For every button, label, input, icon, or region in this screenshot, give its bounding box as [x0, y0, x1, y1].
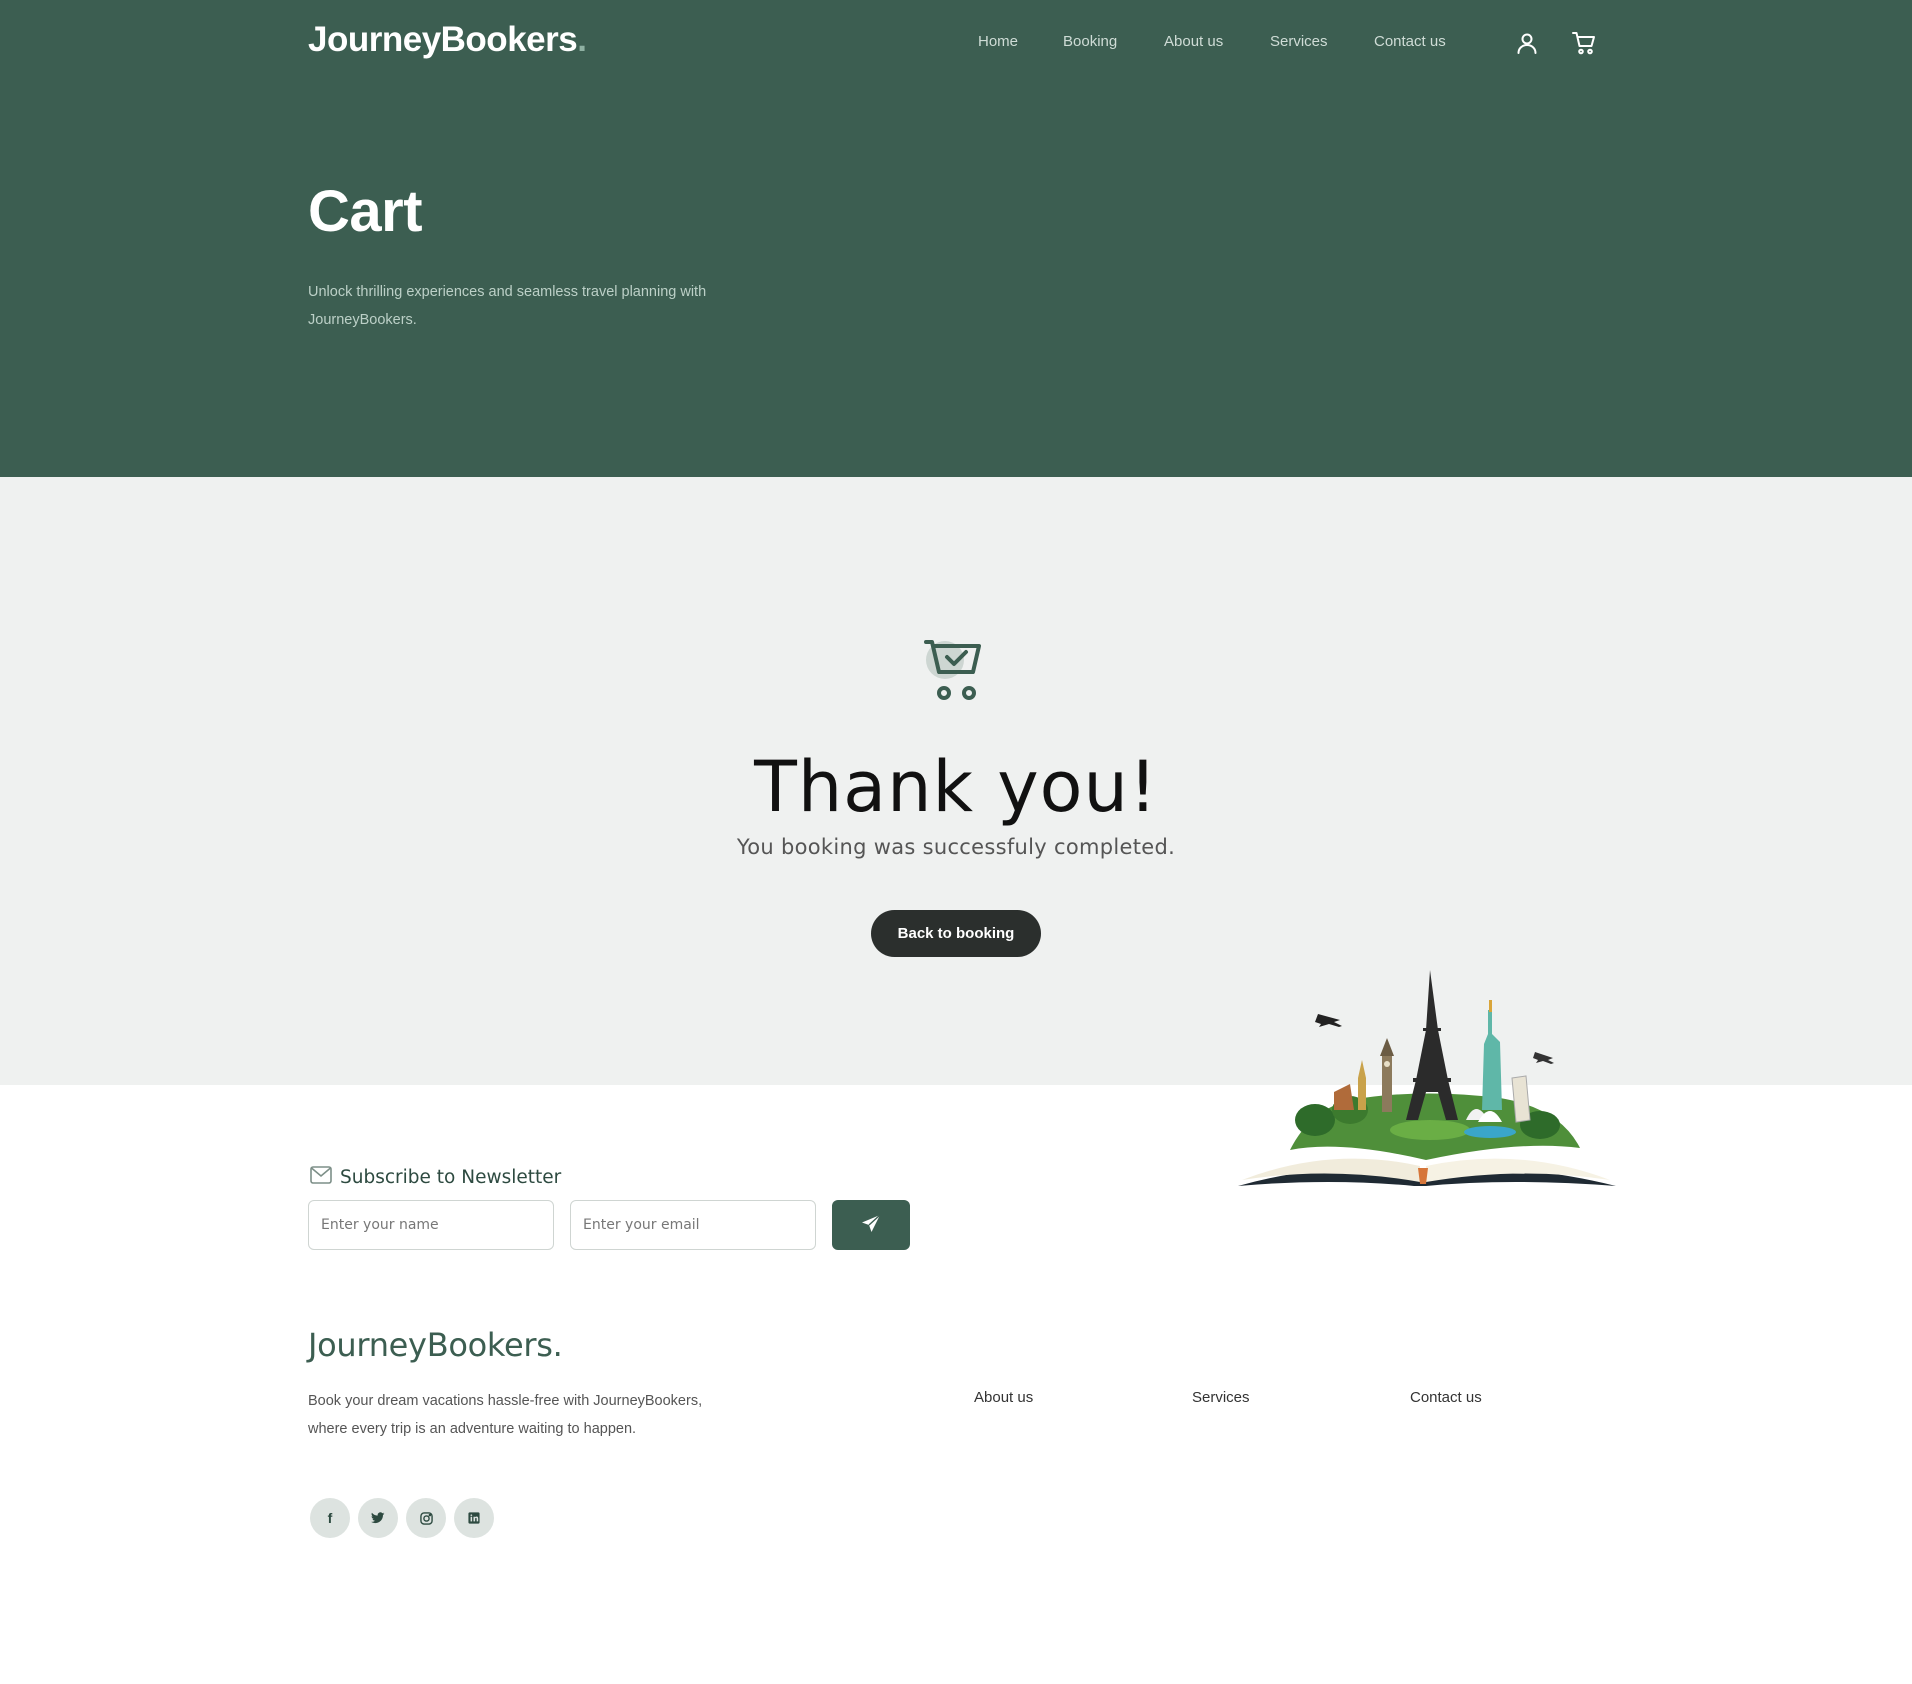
nav-home[interactable]: Home	[978, 33, 1018, 50]
newsletter-submit-button[interactable]	[832, 1200, 910, 1250]
footer-logo[interactable]: JourneyBookers.	[308, 1326, 563, 1364]
cart-check-icon	[920, 636, 986, 702]
footer-link-services[interactable]: Services	[1192, 1389, 1250, 1406]
envelope-icon	[310, 1166, 332, 1189]
main-nav: Home Booking About us Services Contact u…	[0, 33, 1912, 53]
paper-plane-icon	[861, 1213, 881, 1237]
thank-you-heading: Thank you!	[754, 746, 1158, 828]
nav-contact[interactable]: Contact us	[1374, 33, 1446, 50]
travel-book-illustration	[1230, 960, 1620, 1190]
newsletter-title: Subscribe to Newsletter	[310, 1166, 561, 1189]
nav-about[interactable]: About us	[1164, 33, 1223, 50]
newsletter-name-input[interactable]	[308, 1200, 554, 1250]
newsletter-title-text: Subscribe to Newsletter	[340, 1167, 562, 1188]
hero-subtitle: Unlock thrilling experiences and seamles…	[308, 284, 707, 328]
confirmation-message: You booking was successfuly completed.	[736, 835, 1176, 859]
page-title: Cart	[308, 179, 423, 244]
cart-icon[interactable]	[1569, 28, 1599, 58]
user-icon[interactable]	[1512, 28, 1542, 58]
instagram-icon[interactable]	[406, 1498, 446, 1538]
newsletter-email-input[interactable]	[570, 1200, 816, 1250]
linkedin-icon[interactable]	[454, 1498, 494, 1538]
footer-link-about[interactable]: About us	[974, 1389, 1033, 1406]
back-to-booking-button[interactable]: Back to booking	[871, 910, 1041, 957]
footer-description: Book your dream vacations hassle-free wi…	[308, 1393, 703, 1437]
nav-services[interactable]: Services	[1270, 33, 1328, 50]
twitter-icon[interactable]	[358, 1498, 398, 1538]
facebook-icon[interactable]: f	[310, 1498, 350, 1538]
hero-header: JourneyBookers. Home Booking About us Se…	[0, 0, 1912, 477]
nav-booking[interactable]: Booking	[1063, 33, 1117, 50]
footer-link-contact[interactable]: Contact us	[1410, 1389, 1482, 1406]
